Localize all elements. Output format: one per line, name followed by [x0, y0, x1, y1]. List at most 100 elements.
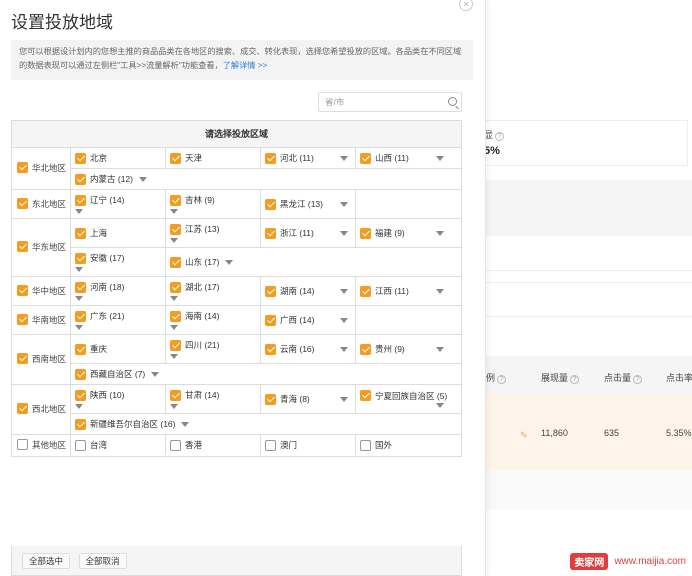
province-item[interactable]: 浙江 (11): [261, 219, 356, 247]
province-item[interactable]: 重庆: [71, 335, 166, 363]
province-item[interactable]: 安徽 (17): [71, 248, 166, 276]
region-checkbox[interactable]: [17, 439, 28, 450]
search-icon[interactable]: [448, 97, 457, 106]
province-item[interactable]: 吉林 (9): [166, 190, 261, 218]
clear-all-button[interactable]: 全部取消: [78, 553, 127, 569]
region-label[interactable]: 东北地区: [12, 190, 71, 218]
province-item[interactable]: 宁夏回族自治区 (5): [356, 385, 451, 413]
province-checkbox[interactable]: [170, 439, 181, 451]
province-item[interactable]: 新疆维吾尔自治区 (16): [71, 414, 461, 434]
chevron-down-icon[interactable]: [170, 354, 178, 359]
chevron-down-icon[interactable]: [75, 209, 83, 214]
province-checkbox[interactable]: [75, 194, 86, 206]
province-checkbox[interactable]: [75, 368, 86, 380]
province-checkbox[interactable]: [75, 310, 86, 322]
chevron-down-icon[interactable]: [75, 296, 83, 301]
province-item[interactable]: 天津: [166, 148, 261, 168]
province-checkbox[interactable]: [265, 439, 276, 451]
province-checkbox[interactable]: [170, 194, 181, 206]
chevron-down-icon[interactable]: [436, 230, 444, 236]
province-item[interactable]: 西藏自治区 (7): [71, 364, 461, 384]
province-item[interactable]: 广西 (14): [261, 306, 356, 334]
region-checkbox[interactable]: [17, 284, 28, 296]
province-checkbox[interactable]: [360, 227, 371, 239]
province-item[interactable]: 香港: [166, 435, 261, 455]
province-checkbox[interactable]: [170, 223, 181, 235]
learn-more-link[interactable]: 了解详情 >>: [223, 61, 268, 70]
province-checkbox[interactable]: [170, 152, 181, 164]
province-checkbox[interactable]: [75, 252, 86, 264]
chevron-down-icon[interactable]: [340, 317, 348, 323]
region-checkbox[interactable]: [17, 162, 28, 173]
region-label[interactable]: 华中地区: [12, 277, 71, 305]
province-item[interactable]: 山西 (11): [356, 148, 451, 168]
region-label[interactable]: 华南地区: [12, 306, 71, 334]
region-checkbox[interactable]: [17, 403, 28, 414]
province-checkbox[interactable]: [360, 343, 371, 355]
province-item[interactable]: 甘肃 (14): [166, 385, 261, 413]
province-checkbox[interactable]: [360, 439, 371, 451]
province-checkbox[interactable]: [360, 390, 371, 402]
chevron-down-icon[interactable]: [181, 421, 190, 427]
province-item[interactable]: 四川 (21): [166, 335, 261, 363]
province-checkbox[interactable]: [265, 227, 276, 239]
province-checkbox[interactable]: [75, 227, 86, 239]
province-item[interactable]: 台湾: [71, 435, 166, 455]
province-item[interactable]: 黑龙江 (13): [261, 190, 356, 218]
province-checkbox[interactable]: [265, 152, 276, 164]
province-item[interactable]: 江苏 (13): [166, 219, 261, 247]
province-item[interactable]: 陕西 (10): [71, 385, 166, 413]
province-checkbox[interactable]: [75, 152, 86, 164]
chevron-down-icon[interactable]: [75, 404, 83, 409]
province-checkbox[interactable]: [265, 343, 276, 355]
help-icon[interactable]: ?: [495, 132, 505, 141]
region-label[interactable]: 华北地区: [12, 148, 71, 189]
province-checkbox[interactable]: [360, 285, 371, 297]
chevron-down-icon[interactable]: [170, 296, 178, 301]
province-checkbox[interactable]: [75, 389, 86, 401]
chevron-down-icon[interactable]: [436, 155, 444, 161]
help-icon[interactable]: ?: [570, 375, 580, 384]
province-item[interactable]: 北京: [71, 148, 166, 168]
province-checkbox[interactable]: [265, 393, 276, 405]
province-item[interactable]: 海南 (14): [166, 306, 261, 334]
chevron-down-icon[interactable]: [225, 259, 234, 265]
province-item[interactable]: 云南 (16): [261, 335, 356, 363]
chevron-down-icon[interactable]: [340, 396, 348, 402]
edit-icon[interactable]: ✎: [520, 430, 529, 440]
province-checkbox[interactable]: [265, 285, 276, 297]
region-label[interactable]: 其他地区: [12, 435, 71, 456]
province-item[interactable]: 辽宁 (14): [71, 190, 166, 218]
province-item[interactable]: 广东 (21): [71, 306, 166, 334]
chevron-down-icon[interactable]: [436, 346, 444, 352]
province-checkbox[interactable]: [265, 314, 276, 326]
chevron-down-icon[interactable]: [170, 209, 178, 214]
province-item[interactable]: 河北 (11): [261, 148, 356, 168]
region-checkbox[interactable]: [17, 241, 28, 252]
province-checkbox[interactable]: [75, 281, 86, 293]
province-checkbox[interactable]: [170, 281, 181, 293]
province-item[interactable]: 河南 (18): [71, 277, 166, 305]
province-item[interactable]: 青海 (8): [261, 385, 356, 413]
province-item[interactable]: 江西 (11): [356, 277, 451, 305]
province-item[interactable]: 澳门: [261, 435, 356, 455]
region-checkbox[interactable]: [17, 313, 28, 325]
province-item[interactable]: 湖北 (17): [166, 277, 261, 305]
chevron-down-icon[interactable]: [436, 288, 444, 294]
province-item[interactable]: 福建 (9): [356, 219, 451, 247]
province-checkbox[interactable]: [265, 198, 276, 210]
chevron-down-icon[interactable]: [340, 201, 348, 207]
province-item[interactable]: 内蒙古 (12): [71, 169, 461, 189]
chevron-down-icon[interactable]: [151, 371, 160, 377]
province-checkbox[interactable]: [75, 173, 86, 185]
province-checkbox[interactable]: [170, 256, 181, 268]
chevron-down-icon[interactable]: [75, 325, 83, 330]
help-icon[interactable]: ?: [497, 375, 507, 384]
chevron-down-icon[interactable]: [340, 346, 348, 352]
region-label[interactable]: 西南地区: [12, 335, 71, 384]
region-label[interactable]: 华东地区: [12, 219, 71, 276]
chevron-down-icon[interactable]: [138, 176, 147, 182]
region-label[interactable]: 西北地区: [12, 385, 71, 434]
region-checkbox[interactable]: [17, 197, 28, 209]
province-checkbox[interactable]: [75, 439, 86, 451]
